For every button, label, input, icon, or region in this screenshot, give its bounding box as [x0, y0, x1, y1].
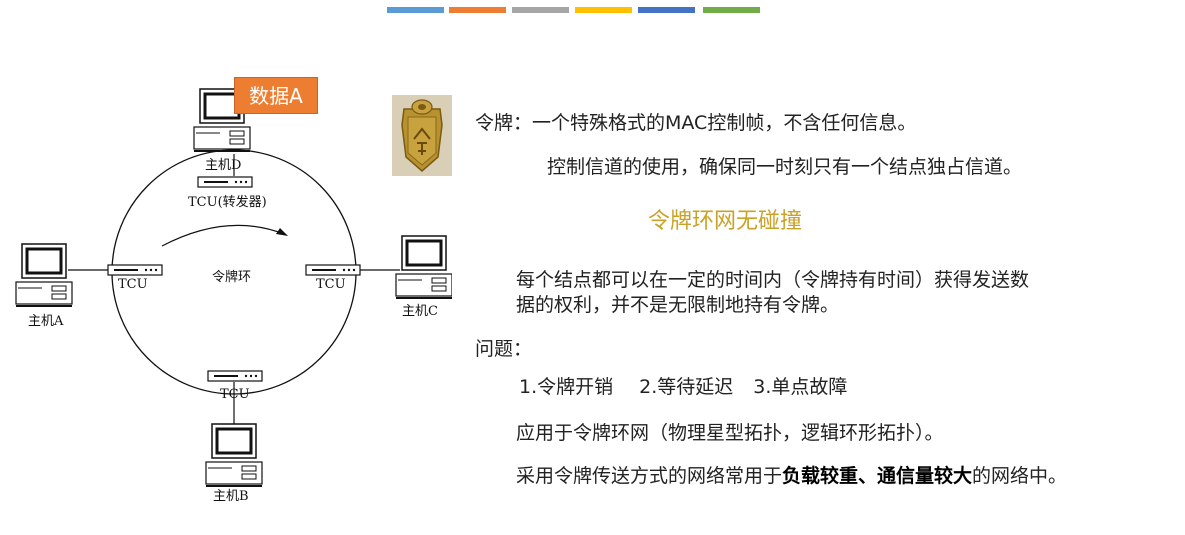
ring-direction-arrow — [161, 224, 285, 247]
color-bar-segment — [703, 7, 760, 13]
ring-label: 令牌环 — [212, 270, 252, 285]
tcu-top-label: TCU(转发器) — [188, 195, 267, 210]
problem-1: 1.令牌开销 — [519, 376, 614, 398]
token-plaque-icon — [392, 95, 452, 176]
data-a-tag: 数据A — [234, 77, 318, 114]
color-bar-segment — [575, 7, 632, 13]
question-heading: 问题： — [475, 338, 533, 360]
tcu-left-label: TCU — [118, 277, 148, 292]
usage-text: 采用令牌传送方式的网络常用于负载较重、通信量较大的网络中。 — [516, 461, 1067, 488]
token-ring-diagram: 主机D TCU(转发器) TCU TCU 令牌环 主机A 主机C TCU 主机B — [12, 84, 452, 504]
tcu-top-device — [197, 176, 253, 188]
host-c-computer — [394, 234, 452, 300]
tcu-bottom-label: TCU — [220, 387, 250, 402]
color-bar-segment — [387, 7, 444, 13]
problem-2: 2.等待延迟 — [639, 376, 734, 398]
host-a-computer — [14, 242, 74, 308]
application-text: 应用于令牌环网（物理星型拓扑，逻辑环形拓扑）。 — [516, 422, 944, 444]
problem-list: 1.令牌开销 2.等待延迟 3.单点故障 — [519, 372, 847, 399]
tcu-right-device — [305, 264, 361, 276]
usage-prefix: 采用令牌传送方式的网络常用于 — [516, 465, 783, 487]
tcu-right-label: TCU — [316, 277, 346, 292]
tcu-bottom-device — [207, 370, 263, 382]
host-d-label: 主机D — [205, 158, 242, 173]
host-c-label: 主机C — [402, 304, 438, 319]
color-bar-segment — [449, 7, 506, 13]
tcu-left-device — [107, 264, 163, 276]
channel-control-text: 控制信道的使用，确保同一时刻只有一个结点独占信道。 — [547, 156, 1023, 178]
usage-bold: 负载较重、通信量较大 — [782, 465, 973, 487]
host-b-label: 主机B — [213, 489, 249, 504]
token-hold-text-line1: 每个结点都可以在一定的时间内（令牌持有时间）获得发送数 — [516, 269, 1030, 291]
ring-diagram-svg — [14, 87, 452, 488]
color-bar-segment — [638, 7, 695, 13]
token-definition: 令牌：一个特殊格式的MAC控制帧，不含任何信息。 — [475, 112, 917, 134]
host-b-computer — [204, 422, 264, 488]
section-subtitle: 令牌环网无碰撞 — [648, 209, 803, 234]
usage-suffix: 的网络中。 — [972, 465, 1068, 487]
host-a-label: 主机A — [28, 314, 64, 329]
problem-3: 3.单点故障 — [753, 376, 848, 398]
color-bar-segment — [512, 7, 569, 13]
token-hold-text-line2: 据的权利，并不是无限制地持有令牌。 — [516, 294, 840, 316]
